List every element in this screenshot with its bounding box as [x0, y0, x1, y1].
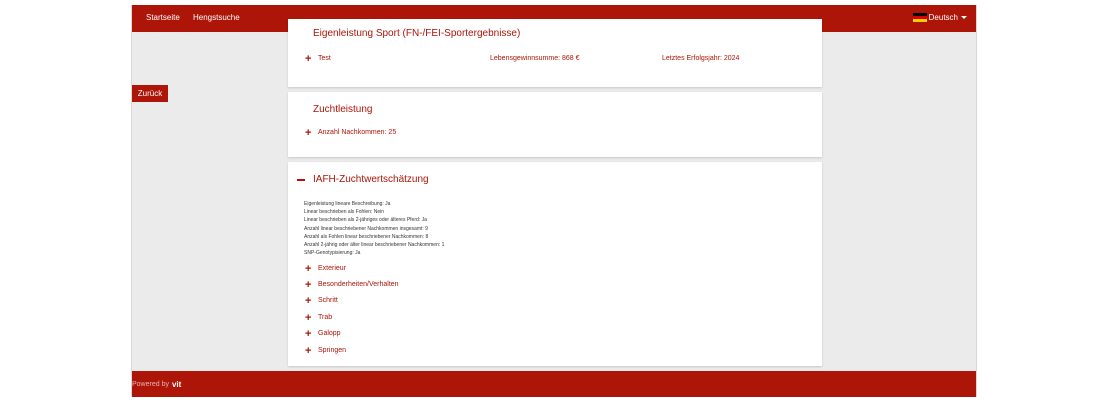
plus-icon[interactable]: +	[305, 54, 311, 65]
back-button[interactable]: Zurück	[132, 85, 168, 102]
plus-icon[interactable]: +	[305, 280, 311, 291]
info-line: Linear beschrieben als 2-jähriges oder ä…	[304, 217, 427, 224]
section-label: Schritt	[318, 297, 338, 304]
app-frame: Startseite Hengstsuche Deutsch Zurück Ei…	[131, 5, 977, 397]
breeding-card: Zuchtleistung + Anzahl Nachkommen: 25	[288, 92, 822, 157]
iafh-card: IAFH-Zuchtwertschätzung Eigenleistung li…	[288, 162, 822, 366]
powered-by: Powered by vit	[132, 380, 181, 389]
lifetime-winnings: Lebensgewinnsumme: 868 €	[490, 55, 580, 62]
info-line: Anzahl als Fohlen linear beschriebener N…	[304, 233, 429, 240]
info-line: Linear beschrieben als Fohlen: Nein	[304, 209, 385, 216]
footer: Powered by vit	[132, 371, 976, 397]
caret-down-icon	[961, 16, 967, 19]
plus-icon[interactable]: +	[305, 313, 311, 324]
info-line: Anzahl linear beschriebener Nachkommen i…	[304, 225, 428, 232]
minus-icon[interactable]	[297, 179, 305, 181]
breeding-card-title: Zuchtleistung	[313, 104, 373, 115]
iafh-info-list: Eigenleistung lineare Beschreibung: Ja L…	[304, 200, 444, 257]
german-flag-icon	[912, 13, 927, 22]
info-line: Anzahl 2-jährig oder älter linear beschr…	[304, 242, 445, 249]
last-success-year: Letztes Erfolgsjahr: 2024	[662, 55, 740, 62]
info-line: Eigenleistung lineare Beschreibung: Ja	[304, 201, 391, 207]
section-label: Springen	[318, 347, 347, 354]
nav-startseite[interactable]: Startseite	[146, 13, 180, 22]
language-dropdown[interactable]: Deutsch	[912, 13, 967, 22]
vit-logo[interactable]: vit	[172, 380, 181, 389]
language-label: Deutsch	[928, 13, 958, 22]
sport-card: Eigenleistung Sport (FN-/FEI-Sportergebn…	[288, 19, 822, 87]
sport-card-title: Eigenleistung Sport (FN-/FEI-Sportergebn…	[313, 28, 521, 39]
section-label: Galopp	[318, 330, 341, 337]
section-label: Besonderheiten/Verhalten	[318, 281, 399, 288]
plus-icon[interactable]: +	[305, 296, 311, 307]
section-label: Trab	[318, 314, 333, 321]
info-line: SNP-Genotypisierung: Ja	[304, 250, 361, 257]
plus-icon[interactable]: +	[305, 264, 311, 275]
nav-hengstsuche[interactable]: Hengstsuche	[193, 13, 240, 22]
plus-icon[interactable]: +	[305, 346, 311, 357]
offspring-count: Anzahl Nachkommen: 25	[318, 129, 397, 136]
powered-by-text: Powered by	[132, 381, 169, 388]
plus-icon[interactable]: +	[305, 329, 311, 340]
section-label: Exterieur	[318, 265, 347, 272]
iafh-card-title[interactable]: IAFH-Zuchtwertschätzung	[313, 174, 429, 185]
plus-icon[interactable]: +	[305, 128, 311, 139]
sport-row-label: Test	[318, 55, 331, 62]
